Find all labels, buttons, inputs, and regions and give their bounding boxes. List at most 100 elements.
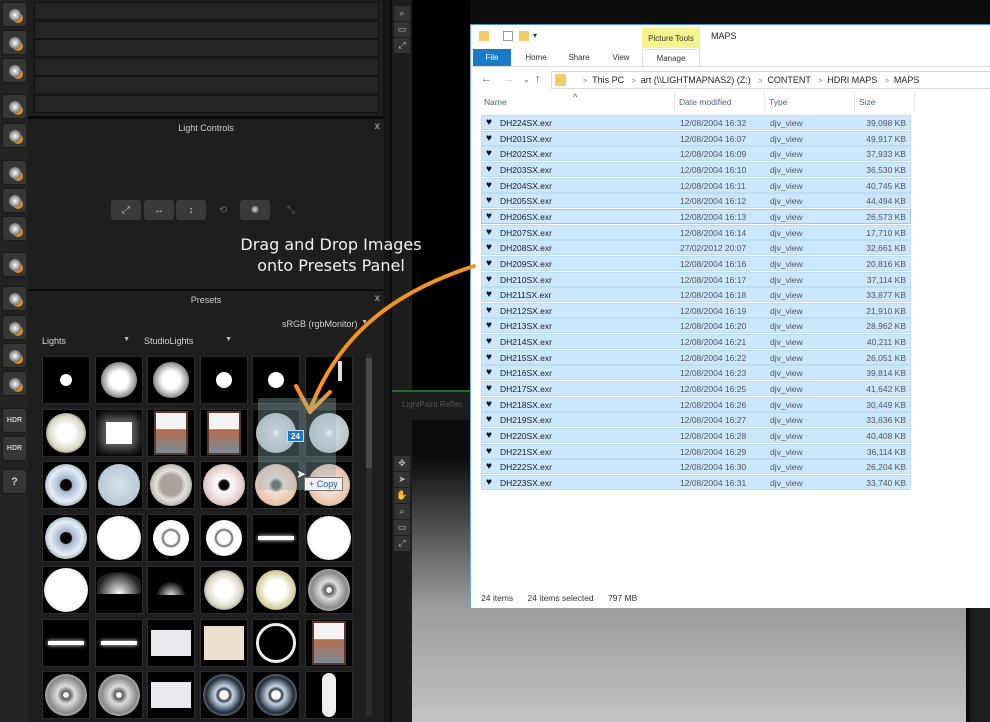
- file-row[interactable]: ♥ DH210SX.exr 12/08/2004 16:17 djv_view 37,1…: [481, 271, 911, 287]
- atom-button[interactable]: [2, 252, 27, 277]
- preset-thumbnail[interactable]: [199, 618, 248, 667]
- preset-thumbnail[interactable]: [94, 618, 143, 667]
- file-row[interactable]: ♥ DH205SX.exr 12/08/2004 16:12 djv_view 44,4…: [481, 193, 911, 209]
- light-list-row[interactable]: [34, 2, 379, 20]
- gobo-light-button[interactable]: [2, 58, 27, 83]
- horizon-light-button[interactable]: [2, 216, 27, 241]
- column-header-size[interactable]: Size: [859, 97, 876, 107]
- duplicate-button[interactable]: [2, 315, 27, 340]
- preset-thumbnail[interactable]: [252, 356, 300, 404]
- preset-thumbnail[interactable]: [94, 356, 143, 404]
- file-row[interactable]: ♥ DH214SX.exr 12/08/2004 16:21 djv_view 40,2…: [481, 334, 911, 350]
- column-header-date[interactable]: Date modified: [679, 97, 731, 107]
- preset-thumbnail[interactable]: [304, 671, 353, 719]
- preset-thumbnail[interactable]: [94, 461, 143, 509]
- recent-locations-icon[interactable]: ⌄: [523, 75, 530, 84]
- rotate-button[interactable]: ⟲: [208, 200, 238, 220]
- zoom-icon[interactable]: ⌕: [394, 6, 410, 21]
- spot-light-button[interactable]: [2, 2, 27, 27]
- breadcrumb-item[interactable]: HDRI MAPS: [827, 75, 877, 85]
- file-row[interactable]: ♥ DH206SX.exr 12/08/2004 16:13 djv_view 26,5…: [481, 208, 911, 224]
- light-list-row[interactable]: [34, 57, 379, 76]
- preset-thumbnail[interactable]: [147, 618, 195, 667]
- fit-view-icon[interactable]: ⤢: [394, 536, 410, 551]
- preset-thumbnail[interactable]: [42, 356, 90, 404]
- preset-thumbnail[interactable]: [42, 618, 90, 667]
- delete-button[interactable]: [2, 286, 27, 311]
- file-row[interactable]: ♥ DH208SX.exr 27/02/2012 20:07 djv_view 32,6…: [481, 240, 911, 256]
- scale-button[interactable]: ⤢: [111, 200, 141, 220]
- stretch-vertical-button[interactable]: ↕: [176, 200, 206, 220]
- preset-thumbnail[interactable]: [42, 671, 90, 719]
- preset-thumbnail[interactable]: [252, 618, 300, 667]
- preset-thumbnail[interactable]: [94, 566, 143, 614]
- file-row[interactable]: ♥ DH217SX.exr 12/08/2004 16:25 djv_view 41,6…: [481, 381, 911, 397]
- move-icon[interactable]: ✥: [394, 456, 410, 471]
- panel-divider[interactable]: [384, 0, 390, 722]
- preset-thumbnail[interactable]: [199, 671, 248, 719]
- scrollbar-thumb[interactable]: [366, 358, 372, 468]
- file-row[interactable]: ♥ DH218SX.exr 12/08/2004 16:26 djv_view 30,4…: [481, 396, 911, 412]
- back-arrow-icon[interactable]: ←: [481, 73, 492, 85]
- preset-thumbnail[interactable]: [199, 513, 248, 562]
- preset-thumbnail[interactable]: [199, 408, 248, 457]
- preset-thumbnail[interactable]: [147, 566, 195, 614]
- file-row[interactable]: ♥ DH202SX.exr 12/08/2004 16:09 djv_view 37,9…: [481, 146, 911, 162]
- zoom-region-icon[interactable]: ▭: [394, 520, 410, 535]
- preset-thumbnail[interactable]: [42, 566, 90, 614]
- preset-thumbnail[interactable]: [304, 566, 353, 614]
- preset-thumbnail[interactable]: [147, 513, 195, 562]
- file-row[interactable]: ♥ DH220SX.exr 12/08/2004 16:28 djv_view 40,4…: [481, 428, 911, 443]
- preset-thumbnail[interactable]: [252, 513, 300, 562]
- strip-light-button[interactable]: [2, 188, 27, 213]
- viewport-tabs[interactable]: LightPaint Reflec: [392, 390, 472, 420]
- file-row[interactable]: ♥ DH204SX.exr 12/08/2004 16:11 djv_view 40,7…: [481, 177, 911, 193]
- column-header-type[interactable]: Type: [769, 97, 787, 107]
- properties-icon[interactable]: [503, 31, 513, 41]
- preset-thumbnail[interactable]: [94, 513, 143, 562]
- preset-thumbnail[interactable]: [42, 408, 90, 457]
- undo-button[interactable]: [2, 343, 27, 368]
- preset-thumbnail[interactable]: [147, 408, 195, 457]
- help-button[interactable]: ?: [2, 469, 27, 494]
- light-list-row[interactable]: [34, 76, 379, 94]
- close-icon[interactable]: x: [374, 293, 380, 304]
- redo-button[interactable]: [2, 371, 27, 396]
- tab-share[interactable]: Share: [564, 49, 594, 66]
- preset-thumbnail[interactable]: [94, 408, 143, 457]
- breadcrumb-item[interactable]: art (\\LIGHTMAPNAS2) (Z:): [641, 75, 751, 85]
- preset-thumbnail[interactable]: [42, 513, 90, 562]
- preset-thumbnail[interactable]: [199, 461, 248, 509]
- file-row[interactable]: ♥ DH201SX.exr 12/08/2004 16:07 djv_view 49,9…: [481, 130, 911, 146]
- fit-view-icon[interactable]: ⤢: [394, 38, 410, 53]
- preset-thumbnail[interactable]: [42, 461, 90, 509]
- preset-thumbnail[interactable]: [252, 671, 300, 719]
- resize-diagonal-button[interactable]: ⤡: [276, 200, 306, 220]
- file-row[interactable]: ♥ DH216SX.exr 12/08/2004 16:23 djv_view 39,8…: [481, 365, 911, 381]
- select-arrow-icon[interactable]: ➤: [394, 472, 410, 487]
- breadcrumb-item[interactable]: This PC: [592, 75, 624, 85]
- folder-icon[interactable]: [479, 31, 489, 41]
- file-row[interactable]: ♥ DH222SX.exr 12/08/2004 16:30 djv_view 26,2…: [481, 459, 911, 475]
- file-row[interactable]: ♥ DH223SX.exr 12/08/2004 16:31 djv_view 33,7…: [481, 474, 911, 490]
- new-folder-icon[interactable]: [519, 31, 529, 41]
- stretch-horizontal-button[interactable]: ↔: [144, 200, 174, 220]
- light-bulb-button[interactable]: [2, 123, 27, 148]
- address-bar[interactable]: > This PC > art (\\LIGHTMAPNAS2) (Z:) > CON…: [551, 71, 990, 89]
- color-space-select[interactable]: sRGB (rgbMonitor) ▼: [278, 317, 372, 331]
- file-row[interactable]: ♥ DH211SX.exr 12/08/2004 16:18 djv_view 33,8…: [481, 287, 911, 303]
- breadcrumb-item[interactable]: MAPS: [894, 75, 920, 85]
- preset-thumbnail[interactable]: [252, 566, 300, 614]
- tab-file[interactable]: File: [473, 49, 511, 66]
- light-list-row[interactable]: [34, 20, 379, 39]
- preset-thumbnail[interactable]: [199, 566, 248, 614]
- file-row[interactable]: ♥ DH212SX.exr 12/08/2004 16:19 djv_view 21,9…: [481, 302, 911, 318]
- file-row[interactable]: ♥ DH219SX.exr 12/08/2004 16:27 djv_view 33,6…: [481, 412, 911, 428]
- zoom-icon[interactable]: ⌕: [394, 504, 410, 519]
- file-row[interactable]: ♥ DH209SX.exr 12/08/2004 16:16 djv_view 20,8…: [481, 255, 911, 271]
- brightness-button[interactable]: ✺: [240, 200, 270, 220]
- customize-toolbar-icon[interactable]: ▾: [533, 31, 543, 41]
- breadcrumb-item[interactable]: CONTENT: [767, 75, 810, 85]
- file-row[interactable]: ♥ DH215SX.exr 12/08/2004 16:22 djv_view 26,0…: [481, 349, 911, 365]
- hdr-refresh-button[interactable]: HDR: [2, 436, 27, 461]
